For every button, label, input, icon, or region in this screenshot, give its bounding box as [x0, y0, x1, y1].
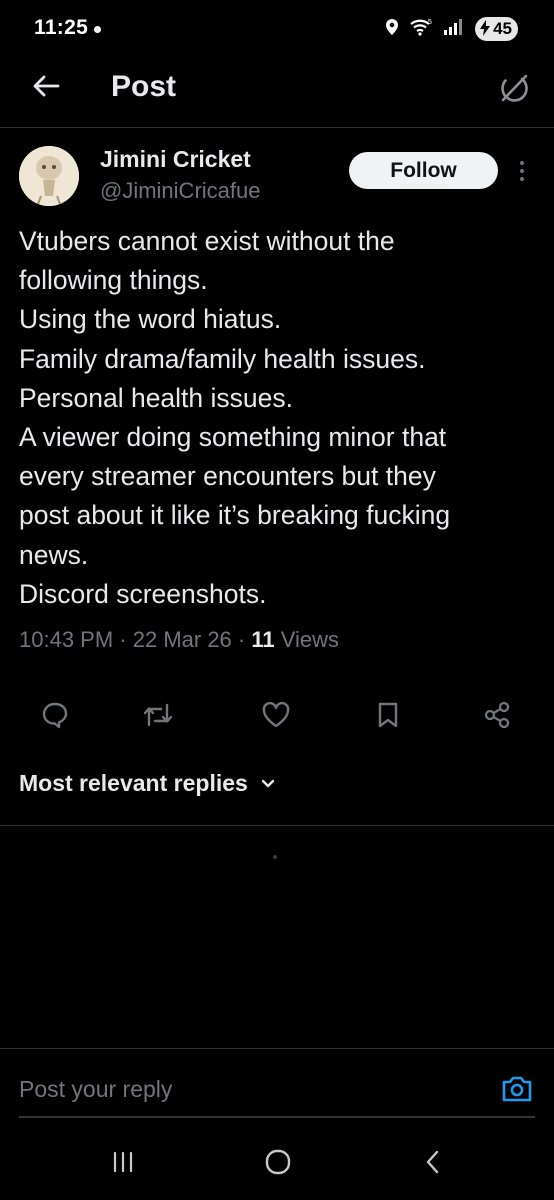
chevron-down-icon [261, 779, 275, 787]
reply-button[interactable] [35, 695, 75, 735]
bookmark-button[interactable] [368, 695, 408, 735]
signal-icon [443, 18, 465, 41]
views-label: Views [280, 627, 340, 652]
more-dot-icon [520, 169, 524, 173]
replies-sort-dropdown[interactable]: Most relevant replies [19, 770, 276, 797]
divider [0, 825, 554, 826]
post-line: every streamer encounters but they [19, 461, 436, 492]
more-dot-icon [520, 177, 524, 181]
share-icon [484, 701, 510, 729]
reply-input[interactable] [19, 1070, 479, 1108]
system-back-button[interactable] [409, 1142, 457, 1182]
replies-sort-label: Most relevant replies [19, 770, 248, 796]
grok-icon [501, 74, 528, 102]
post-line: post about it like it’s breaking fucking [19, 500, 451, 531]
avatar[interactable] [19, 146, 79, 206]
meta-separator: · [231, 627, 252, 652]
bookmark-icon [378, 702, 398, 728]
more-options-button[interactable] [512, 156, 532, 186]
post-date[interactable]: 22 Mar 26 [133, 627, 232, 652]
svg-text:5: 5 [428, 19, 432, 26]
action-bar [0, 695, 554, 735]
status-time: 11:25 [34, 16, 89, 39]
page-title: Post [111, 70, 177, 103]
reply-icon [42, 702, 68, 729]
battery-icon: 45 [475, 17, 518, 41]
post-line: Vtubers cannot exist without the [19, 226, 395, 256]
grok-button[interactable] [494, 68, 534, 108]
system-nav-bar [0, 1120, 554, 1200]
recents-button[interactable] [99, 1142, 147, 1182]
like-icon [262, 701, 290, 728]
post-text: Vtubers cannot exist without the followi… [19, 222, 544, 614]
post-line: Personal health issues. [19, 382, 293, 413]
post-line: A viewer doing something minor that [19, 422, 447, 453]
avatar-image [19, 146, 79, 206]
post-line: following things. [19, 265, 208, 296]
divider [0, 1048, 554, 1049]
status-bar: 11:25 5 45 [0, 0, 554, 58]
arrow-left-icon [33, 75, 60, 97]
camera-button[interactable] [498, 1072, 536, 1106]
share-button[interactable] [477, 695, 517, 735]
charging-icon [479, 19, 491, 39]
notification-dot [94, 26, 101, 33]
repost-button[interactable] [138, 695, 178, 735]
input-underline [19, 1116, 535, 1118]
home-icon [265, 1149, 291, 1175]
meta-separator: · [113, 627, 133, 652]
status-icons: 5 45 [385, 14, 518, 44]
post-time[interactable]: 10:43 PM [19, 627, 113, 652]
back-button[interactable] [26, 66, 66, 106]
header: Post [0, 58, 554, 128]
loading-indicator [273, 855, 277, 859]
post-line: news. [19, 539, 89, 570]
author-name[interactable]: Jimini Cricket [100, 146, 251, 173]
more-dot-icon [520, 161, 524, 165]
post-line: Family drama/family health issues. [19, 343, 426, 374]
author-handle[interactable]: @JiminiCricafue [100, 178, 260, 204]
battery-level: 45 [493, 19, 512, 38]
back-icon [426, 1150, 439, 1174]
camera-icon [502, 1076, 532, 1102]
post-line: Discord screenshots. [19, 578, 267, 609]
recents-icon [113, 1151, 133, 1173]
like-button[interactable] [256, 695, 296, 735]
location-icon [385, 18, 399, 41]
wifi-icon: 5 [409, 17, 433, 42]
post-meta: 10:43 PM · 22 Mar 26 · 11 Views [19, 627, 339, 653]
screen: 11:25 5 45 Post Jimini Cricket @JiminiCr… [0, 0, 554, 1200]
views-count: 11 [251, 627, 275, 652]
post-line: Using the word hiatus. [19, 304, 282, 335]
follow-button[interactable]: Follow [349, 152, 498, 189]
home-button[interactable] [254, 1142, 302, 1182]
repost-icon [143, 703, 173, 727]
